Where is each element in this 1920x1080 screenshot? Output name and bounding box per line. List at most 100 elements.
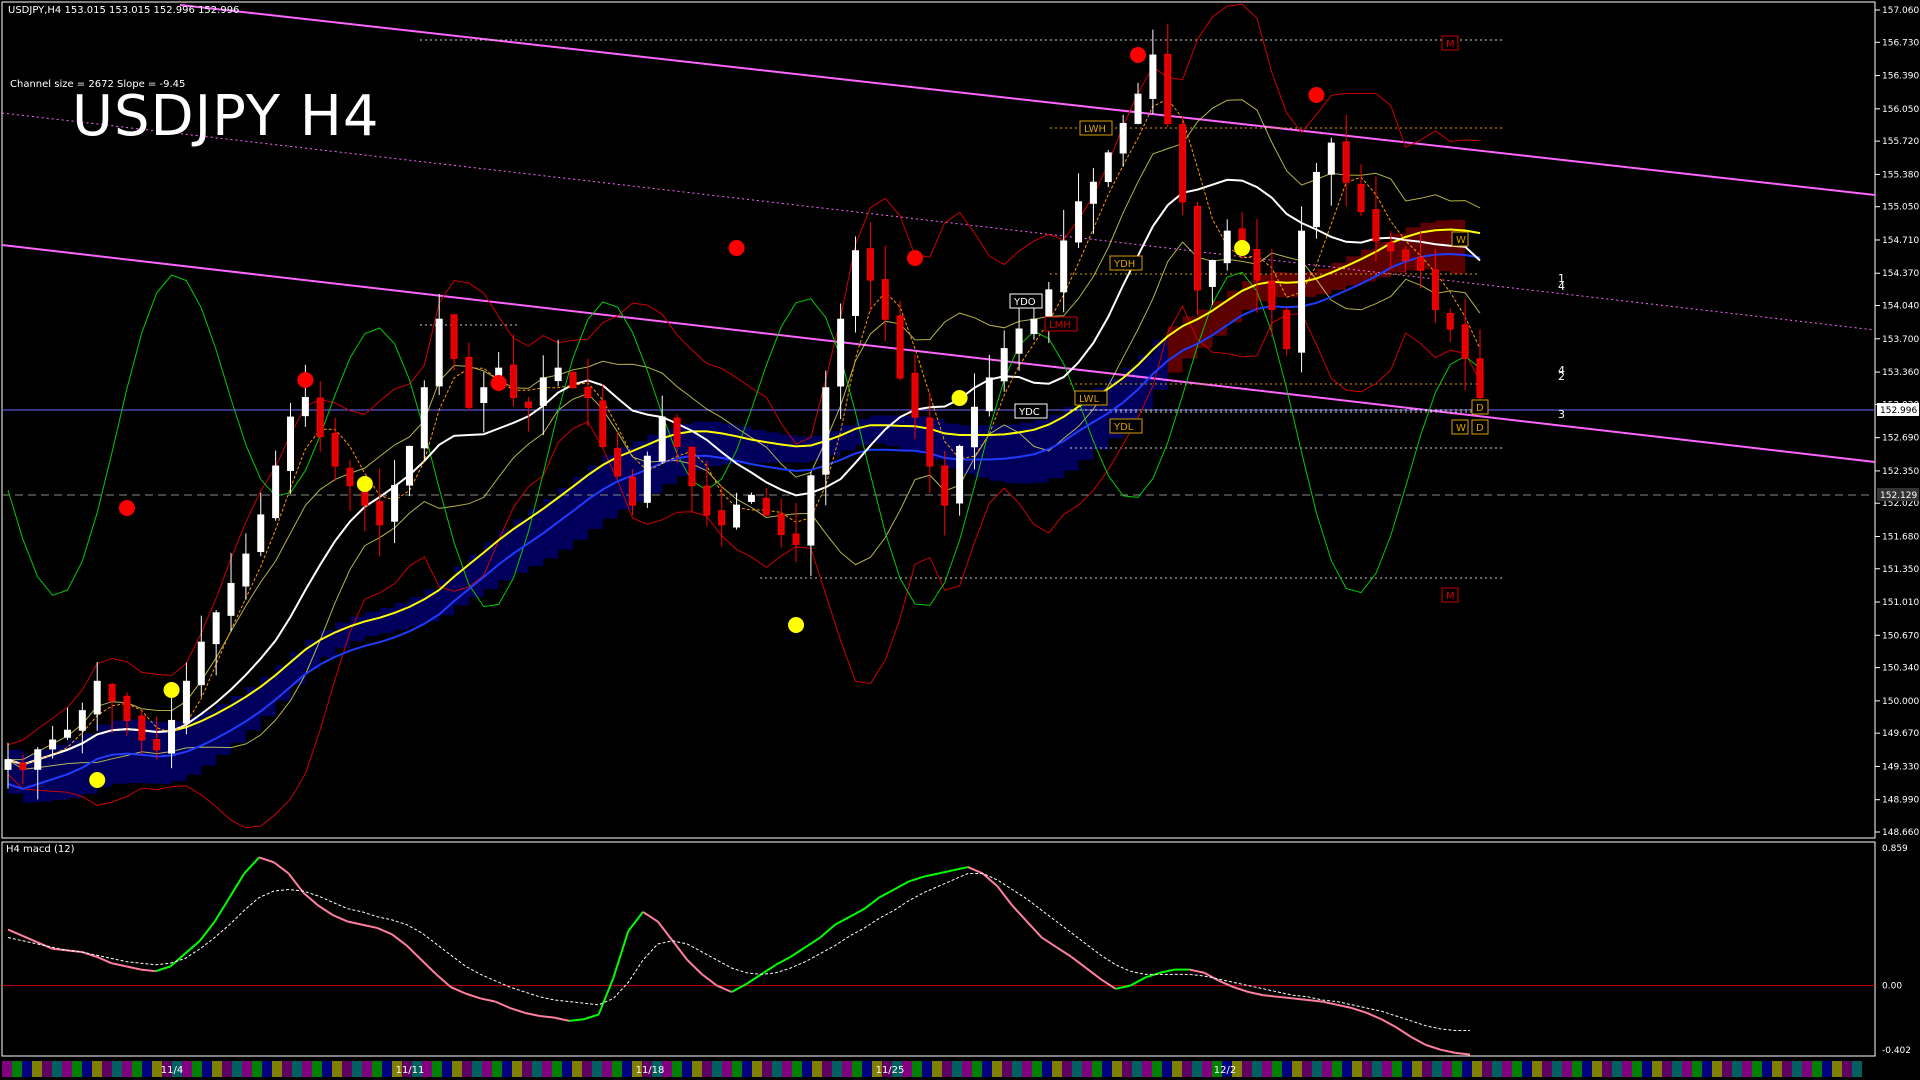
macd-tick-label: -0.402	[1882, 1046, 1911, 1056]
time-strip-cell	[1422, 1061, 1432, 1077]
time-strip-cell	[692, 1061, 702, 1077]
macd-segment	[258, 856, 275, 864]
macd-segment	[627, 911, 644, 932]
candle-body	[316, 397, 324, 438]
time-strip-cell	[92, 1061, 102, 1077]
time-strip-cell	[1152, 1061, 1162, 1077]
macd-segment	[834, 915, 851, 926]
candle-body	[1119, 123, 1127, 154]
time-strip-cell	[1002, 1061, 1012, 1077]
time-strip-cell	[1342, 1061, 1352, 1077]
time-tick-label: 11/25	[876, 1065, 905, 1076]
time-strip-cell	[942, 1061, 952, 1077]
cloud-segment	[364, 611, 380, 637]
macd-segment	[569, 1018, 585, 1022]
time-strip-cell	[2, 1061, 12, 1077]
price-tick-label: 156.050	[1882, 105, 1919, 115]
time-strip-cell	[262, 1061, 272, 1077]
time-strip-cell	[1332, 1061, 1342, 1077]
time-strip-cell	[1102, 1061, 1112, 1077]
macd-segment	[686, 959, 703, 976]
time-strip-cell	[332, 1061, 342, 1077]
level-label-text: W	[1456, 423, 1466, 434]
macd-segment	[376, 927, 393, 936]
candle-body	[733, 504, 741, 528]
level-label-text: LWH	[1084, 124, 1106, 135]
chart-canvas: LWHYDHYDOLMHYDCLWLYDLWDW DMM14423 157.060…	[1, 1, 1919, 1077]
time-strip-cell	[472, 1061, 482, 1077]
time-strip-cell	[132, 1061, 142, 1077]
time-strip-cell	[452, 1061, 462, 1077]
macd-segment	[480, 997, 496, 1003]
candle-body	[1104, 152, 1112, 183]
candle-body	[1060, 240, 1068, 293]
candle-body	[718, 510, 726, 526]
time-strip-cell	[212, 1061, 222, 1077]
time-strip-cell	[612, 1061, 622, 1077]
macd-signal-line	[7, 873, 1470, 1031]
time-strip-cell	[1192, 1061, 1202, 1077]
candle-body	[1179, 123, 1187, 203]
time-strip-cell	[1282, 1061, 1292, 1077]
time-tick-label: 12/2	[1214, 1065, 1236, 1076]
candle-body	[78, 710, 86, 731]
time-strip-cell	[1612, 1061, 1622, 1077]
time-strip-cell	[502, 1061, 512, 1077]
time-strip-cell	[762, 1061, 772, 1077]
macd-segment	[1248, 991, 1264, 997]
time-strip-cell	[1732, 1061, 1742, 1077]
time-strip-cell	[182, 1061, 192, 1077]
time-strip-cell	[602, 1061, 612, 1077]
macd-segment	[213, 896, 231, 923]
candle-body	[941, 465, 949, 506]
candle-body	[227, 582, 235, 616]
time-strip-cell	[712, 1061, 722, 1077]
candle-body	[762, 497, 770, 516]
candle-body	[926, 417, 934, 467]
time-strip-cell	[572, 1061, 582, 1077]
time-strip-cell	[1182, 1061, 1192, 1077]
time-strip-cell	[1202, 1061, 1212, 1077]
candle-body	[376, 501, 384, 526]
channel-marker-text: 2	[1558, 370, 1565, 383]
price-tick-label: 148.990	[1882, 796, 1919, 806]
time-strip-cell	[322, 1061, 332, 1077]
time-strip-cell	[1262, 1061, 1272, 1077]
time-strip-cell	[1242, 1061, 1252, 1077]
time-strip-cell	[1562, 1061, 1572, 1077]
time-strip-cell	[382, 1061, 392, 1077]
time-strip-cell	[532, 1061, 542, 1077]
time-strip-cell	[1452, 1061, 1462, 1077]
candle-body	[911, 372, 919, 418]
time-strip-cell	[462, 1061, 472, 1077]
price-tick-label: 151.350	[1882, 565, 1919, 575]
price-tick-label: 149.670	[1882, 729, 1919, 739]
time-strip-cell	[1772, 1061, 1782, 1077]
time-strip-cell	[1502, 1061, 1512, 1077]
time-strip-cell	[1082, 1061, 1092, 1077]
macd-segment	[656, 920, 674, 942]
time-strip-cell	[1042, 1061, 1052, 1077]
candle-body	[822, 387, 830, 475]
macd-segment	[760, 963, 777, 976]
candle-body	[272, 465, 280, 519]
macd-segment	[849, 907, 866, 918]
candle-body	[584, 386, 592, 399]
price-tick-label: 156.390	[1882, 72, 1919, 82]
macd-segment	[317, 904, 334, 916]
time-strip-cell	[792, 1061, 802, 1077]
time-strip-cell	[1092, 1061, 1102, 1077]
price-tick-label: 155.720	[1882, 137, 1919, 147]
time-strip-cell	[352, 1061, 362, 1077]
buy-signal-marker	[356, 476, 373, 492]
macd-segment	[140, 968, 156, 973]
time-strip-cell	[432, 1061, 442, 1077]
macd-segment	[332, 914, 349, 923]
time-strip-cell	[22, 1061, 32, 1077]
time-strip-cell	[1252, 1061, 1262, 1077]
candle-body	[866, 248, 874, 281]
candle-body	[688, 446, 696, 487]
time-strip-cell	[552, 1061, 562, 1077]
candle-body	[1223, 230, 1231, 264]
time-strip-cell	[682, 1061, 692, 1077]
